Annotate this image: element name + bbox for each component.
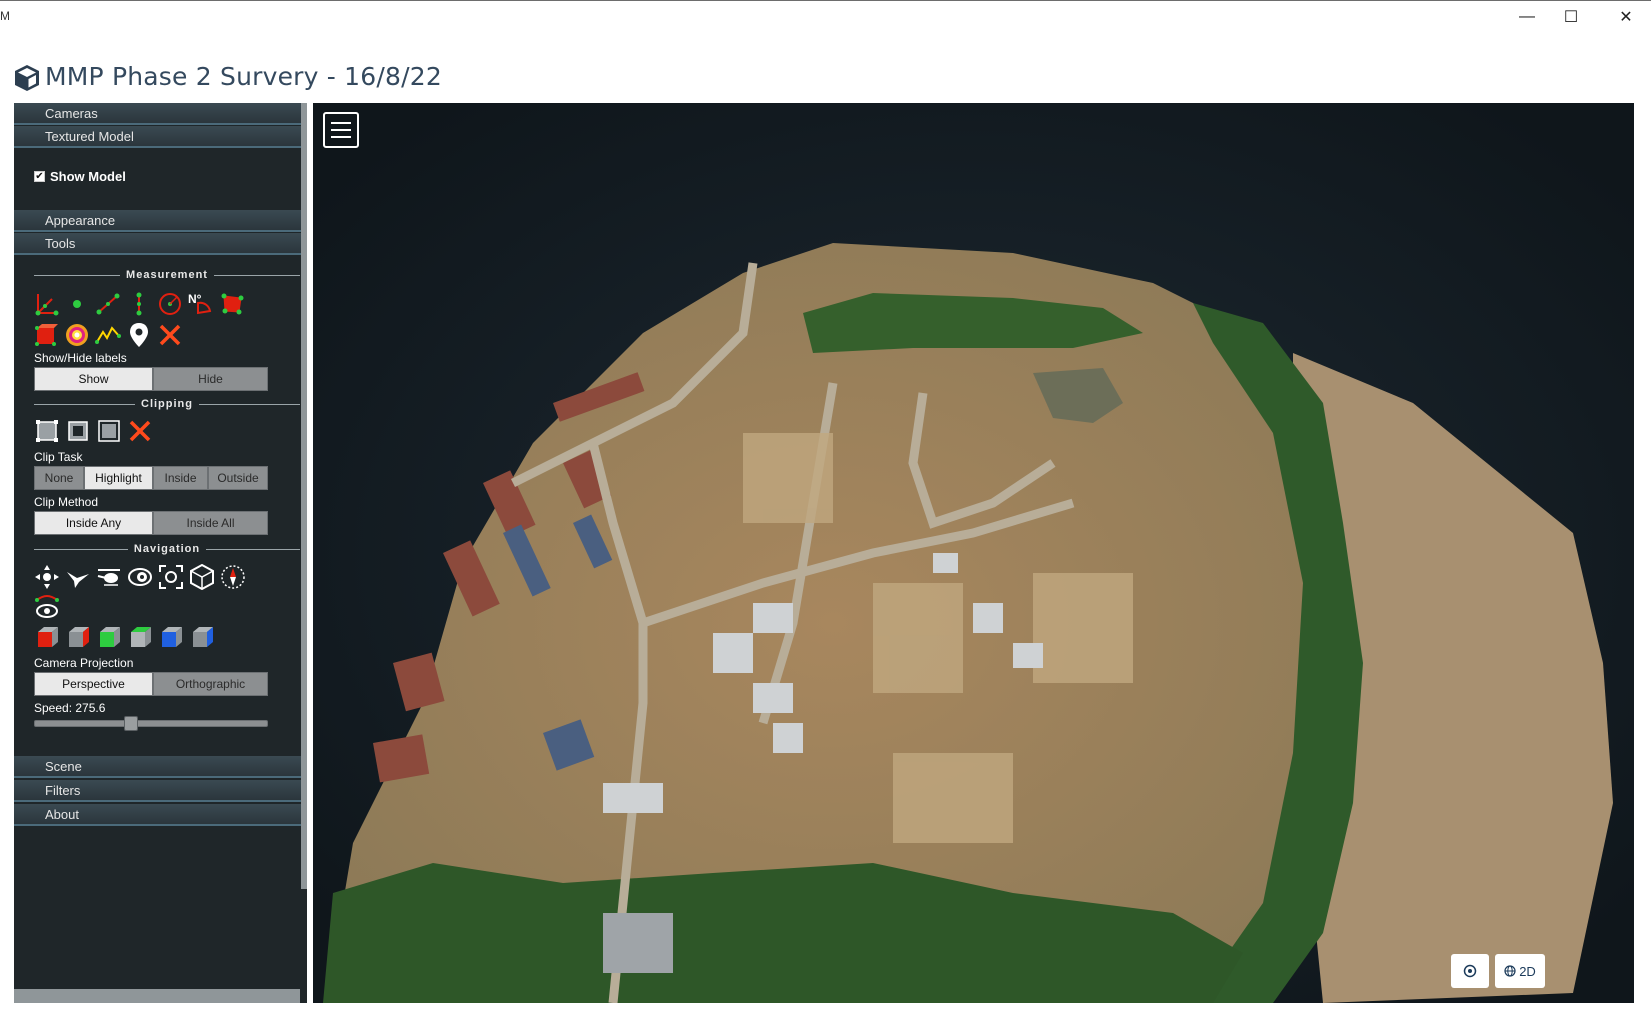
accordion-cameras[interactable]: Cameras [14,103,307,125]
navigation-cube-icon[interactable] [189,564,215,590]
angle-measure-icon[interactable] [33,291,59,317]
sidebar-scrollbar[interactable] [301,103,307,889]
camera-projection-group: Perspective Orthographic [34,672,268,696]
accordion-about[interactable]: About [14,804,307,826]
show-hide-labels-title: Show/Hide labels [34,351,127,365]
sidebar-horizontal-scrollbar[interactable] [14,989,300,1003]
cube-icon [15,65,39,91]
measurement-header: Measurement [34,268,301,282]
accordion-scene[interactable]: Scene [14,756,307,778]
profile-measure-icon[interactable] [95,322,121,348]
clip-method-title: Clip Method [34,495,99,509]
2d-mode-button[interactable]: 2D [1495,954,1545,988]
clipping-header: Clipping [34,397,300,411]
show-model-row: ✔ Show Model [34,169,126,184]
show-labels-button[interactable]: Show [34,367,153,391]
compass-icon[interactable] [220,564,246,590]
speed-label: Speed: 275.6 [34,701,106,715]
perspective-button[interactable]: Perspective [34,672,153,696]
area-measure-icon[interactable] [219,291,245,317]
point-measure-icon[interactable] [64,291,90,317]
3d-viewport[interactable]: 2D [313,103,1634,1003]
accordion-filters[interactable]: Filters [14,780,307,802]
clip-method-inside-all[interactable]: Inside All [153,511,268,535]
building-bottom [603,913,673,973]
hamburger-menu-icon[interactable] [323,112,359,148]
orthographic-button[interactable]: Orthographic [153,672,268,696]
accordion-tools[interactable]: Tools [14,233,307,255]
accordion-appearance[interactable]: Appearance [14,210,307,232]
volume-measure-icon[interactable] [33,322,59,348]
focus-icon[interactable] [158,564,184,590]
remove-measurements-icon[interactable] [157,322,183,348]
clip-task-none[interactable]: None [34,466,84,490]
left-view-icon[interactable] [34,624,60,650]
window-titlebar: M — ☐ ✕ [0,0,1651,50]
annotation-icon[interactable] [126,322,152,348]
helicopter-controls-icon[interactable] [96,564,122,590]
site-model[interactable] [313,103,1634,1003]
back-view-icon[interactable] [189,624,215,650]
close-icon: ✕ [1619,9,1633,26]
clipping-header-label: Clipping [141,398,193,410]
clip-task-outside[interactable]: Outside [208,466,268,490]
speed-slider-handle[interactable] [124,716,138,731]
maximize-icon: ☐ [1563,9,1579,26]
measurement-header-label: Measurement [126,269,208,281]
page-title: MMP Phase 2 Survery - 16/8/22 [45,62,442,91]
right-view-icon[interactable] [158,624,184,650]
front-view-icon[interactable] [65,624,91,650]
navigation-header: Navigation [34,542,301,556]
bottom-view-icon[interactable] [127,624,153,650]
screen-clip-box-icon[interactable] [96,418,122,444]
window-corner-text: M [0,9,10,23]
accordion-textured-model[interactable]: Textured Model [14,126,307,148]
clip-task-inside[interactable]: Inside [153,466,208,490]
hide-labels-button[interactable]: Hide [153,367,268,391]
sidebar: Cameras Textured Model ✔ Show Model Appe… [14,103,307,1003]
clip-polygon-icon[interactable] [65,418,91,444]
close-window-button[interactable]: ✕ [1603,1,1649,33]
clip-volume-icon[interactable] [34,418,60,444]
target-icon[interactable] [1451,954,1489,988]
minimize-button[interactable]: — [1504,1,1550,33]
azimuth-measure-icon[interactable]: N° [188,291,214,317]
height-measure-icon[interactable] [126,291,152,317]
fly-controls-icon[interactable] [65,564,91,590]
circle-measure-icon[interactable] [157,291,183,317]
clip-task-highlight[interactable]: Highlight [84,466,153,490]
2d-mode-label: 2D [1519,963,1536,979]
show-model-checkbox[interactable]: ✔ [34,171,45,182]
azimuth-label: N° [188,292,202,306]
camera-animation-icon[interactable] [34,594,60,620]
clip-method-group: Inside Any Inside All [34,511,268,535]
labels-toggle-group: Show Hide [34,367,268,391]
earth-controls-icon[interactable] [34,564,60,590]
maximize-button[interactable]: ☐ [1548,1,1594,33]
orbit-controls-icon[interactable] [127,564,153,590]
distance-measure-icon[interactable] [95,291,121,317]
remove-clipping-icon[interactable] [127,418,153,444]
clip-task-group: None Highlight Inside Outside [34,466,268,490]
sphere-volume-icon[interactable] [64,322,90,348]
camera-projection-title: Camera Projection [34,656,134,670]
globe-icon [1504,965,1516,977]
navigation-header-label: Navigation [133,543,201,555]
speed-slider[interactable] [34,716,268,731]
clip-method-inside-any[interactable]: Inside Any [34,511,153,535]
top-view-icon[interactable] [96,624,122,650]
show-model-label: Show Model [50,169,126,184]
clip-task-title: Clip Task [34,450,83,464]
minimize-icon: — [1519,8,1535,25]
